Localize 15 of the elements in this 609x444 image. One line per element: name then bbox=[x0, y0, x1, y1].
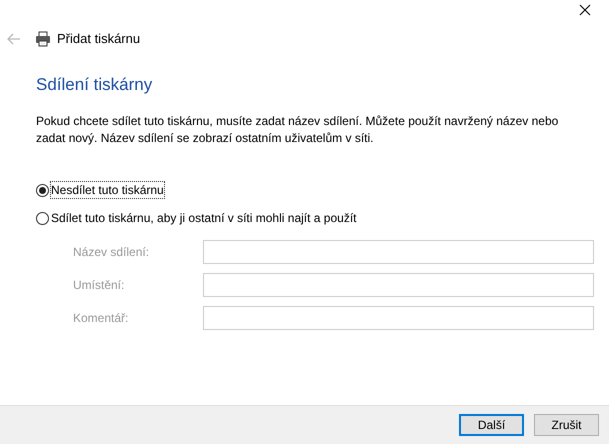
close-icon[interactable] bbox=[579, 4, 591, 16]
radio-label[interactable]: Sdílet tuto tiskárnu, aby ji ostatní v síti mohli najít a použít bbox=[51, 210, 356, 226]
radio-button[interactable] bbox=[36, 212, 49, 224]
radio-button[interactable] bbox=[36, 184, 49, 196]
field-label: Název sdílení: bbox=[73, 244, 150, 261]
field-label: Komentář: bbox=[73, 310, 130, 327]
printer-icon bbox=[35, 31, 51, 47]
description-text: Pokud chcete sdílet tuto tiskárnu, musíte zadat název sdílení. Můžete použít navržený název nebo zadat nový. Název sdílení se zobrazí ostatním uživatelům v síti. bbox=[36, 113, 560, 147]
dialog-button[interactable]: Zrušit bbox=[534, 414, 599, 436]
dialog-button[interactable]: Další bbox=[459, 414, 524, 436]
window-title: Přidat tiskárnu bbox=[57, 30, 140, 48]
page-heading: Sdílení tiskárny bbox=[36, 74, 154, 96]
radio-label[interactable]: Nesdílet tuto tiskárnu bbox=[51, 182, 164, 198]
back-arrow-icon[interactable] bbox=[7, 33, 21, 45]
field-label: Umístění: bbox=[73, 277, 126, 294]
